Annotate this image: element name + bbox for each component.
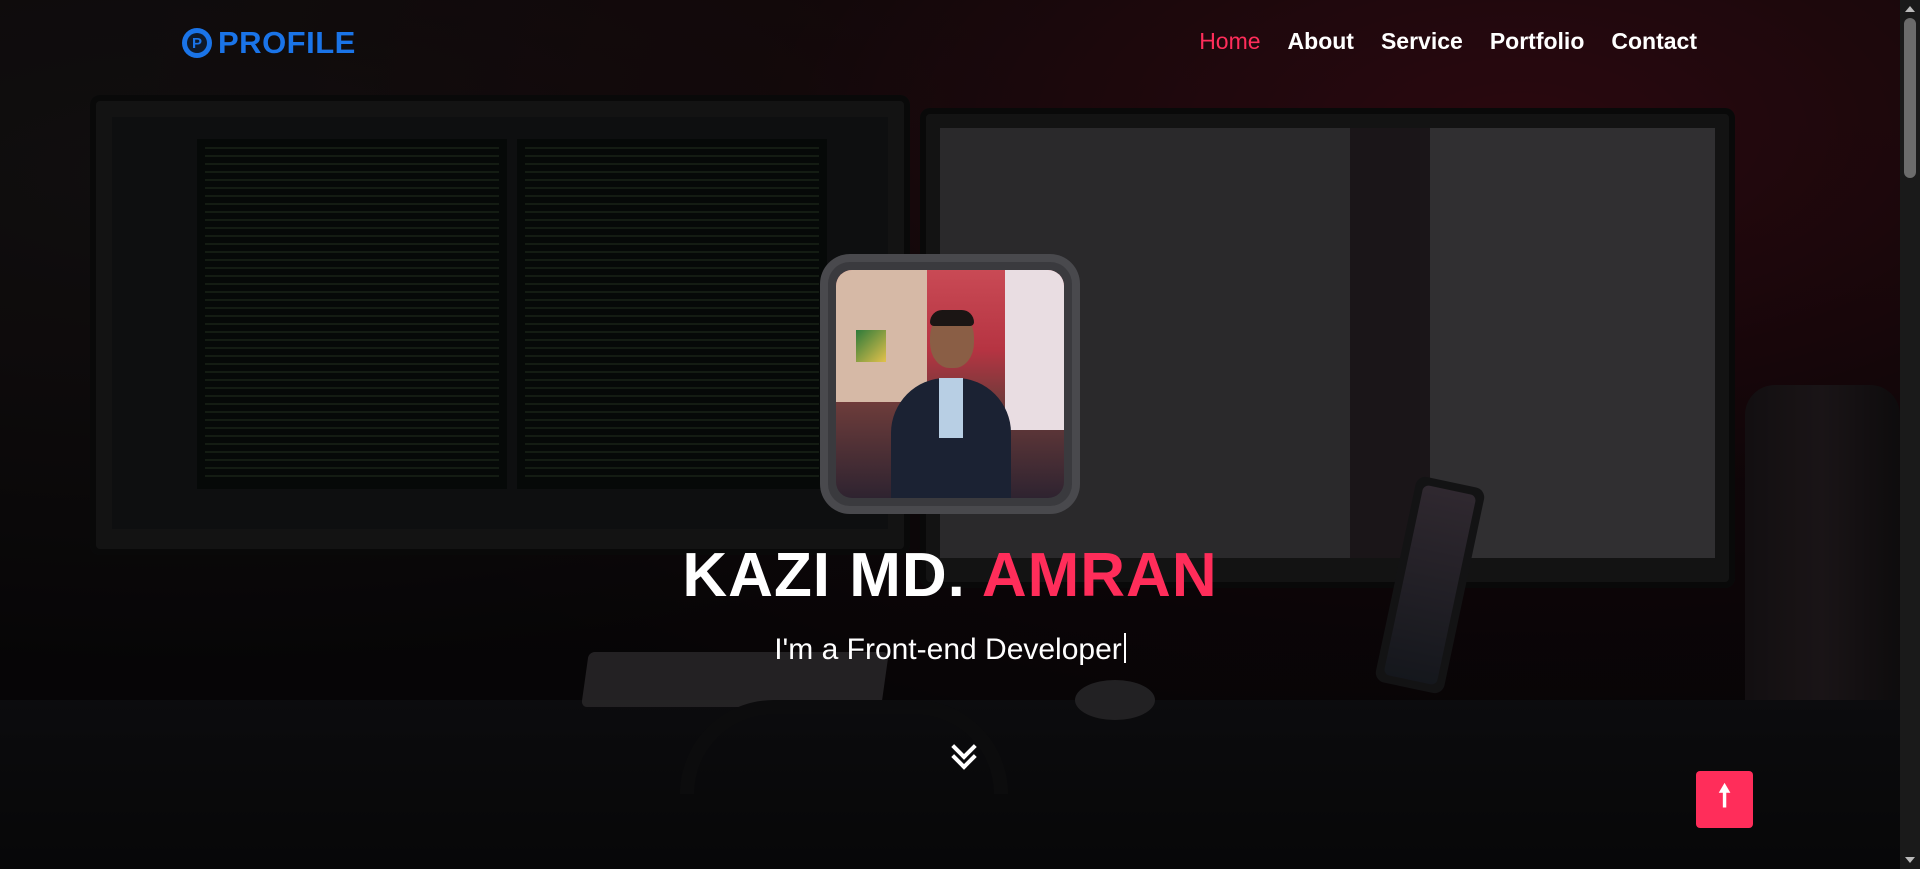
brand-logo[interactable]: PROFILE	[182, 25, 356, 61]
double-chevron-down-icon[interactable]	[950, 734, 977, 770]
scrollbar-thumb[interactable]	[1904, 18, 1916, 178]
arrow-up-icon: 🠕	[1718, 779, 1731, 814]
nav-contact[interactable]: Contact	[1611, 28, 1697, 55]
profile-photo-frame	[828, 262, 1072, 506]
tagline-text: I'm a Front-end Developer	[774, 633, 1122, 666]
hero-name: KAZI MD. AMRAN	[0, 540, 1900, 611]
name-last: AMRAN	[981, 541, 1218, 610]
nav-home[interactable]: Home	[1199, 28, 1260, 55]
profile-photo	[836, 270, 1064, 498]
brand-name: PROFILE	[218, 25, 356, 60]
scroll-up-arrow-icon[interactable]	[1905, 6, 1915, 12]
nav-service[interactable]: Service	[1381, 28, 1463, 55]
page-scrollbar[interactable]	[1900, 0, 1920, 869]
main-nav: Home About Service Portfolio Contact	[1199, 28, 1697, 55]
nav-portfolio[interactable]: Portfolio	[1490, 28, 1585, 55]
scroll-down-arrow-icon[interactable]	[1905, 857, 1915, 863]
typing-cursor	[1123, 633, 1126, 663]
p-circle-icon	[182, 28, 212, 58]
back-to-top-button[interactable]: 🠕	[1696, 771, 1753, 828]
hero-tagline: I'm a Front-end Developer	[0, 633, 1900, 667]
name-first: KAZI MD.	[682, 541, 966, 610]
navbar: PROFILE Home About Service Portfolio Con…	[0, 0, 1900, 86]
nav-about[interactable]: About	[1288, 28, 1354, 55]
